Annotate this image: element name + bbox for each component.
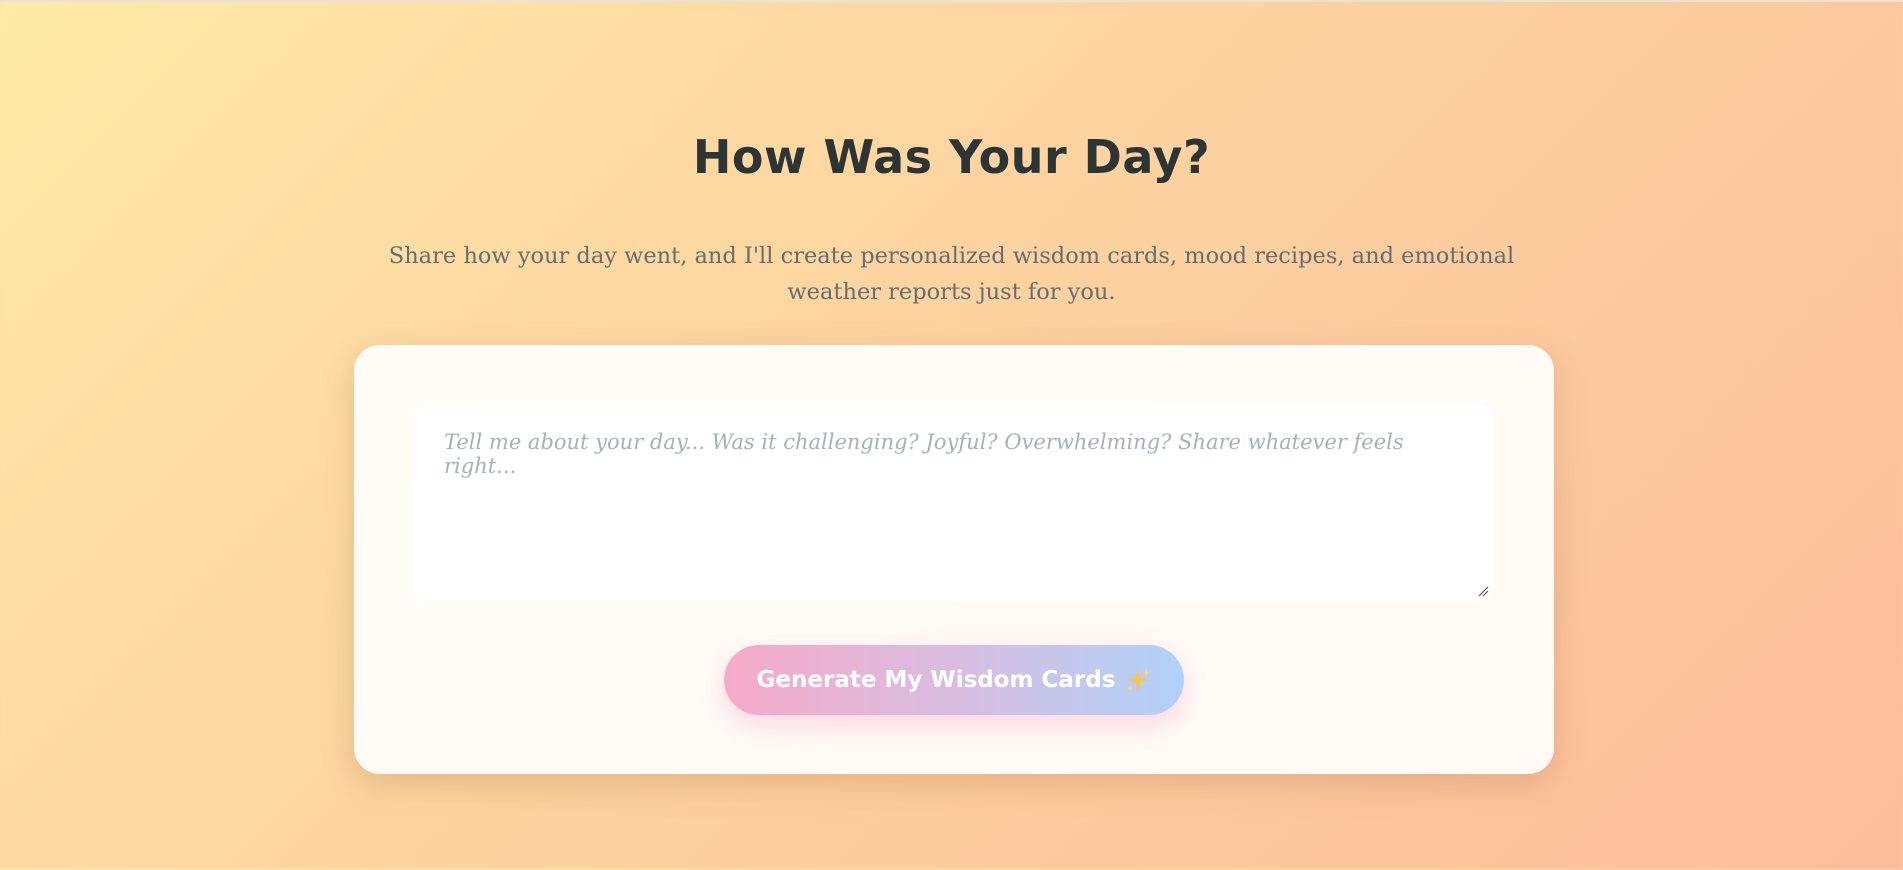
day-input-placeholder: Tell me about your day... Was it challen… bbox=[444, 430, 1404, 478]
generate-wisdom-cards-button[interactable]: Generate My Wisdom Cards bbox=[724, 645, 1184, 715]
sparkles-icon bbox=[1125, 667, 1151, 693]
input-card: Tell me about your day... Was it challen… bbox=[354, 345, 1554, 774]
resize-handle-icon[interactable] bbox=[1477, 585, 1489, 597]
page-title: How Was Your Day? bbox=[692, 130, 1211, 184]
page: How Was Your Day? Share how your day wen… bbox=[0, 2, 1903, 870]
generate-button-label: Generate My Wisdom Cards bbox=[756, 667, 1116, 693]
day-input-textarea[interactable]: Tell me about your day... Was it challen… bbox=[414, 404, 1494, 602]
page-subtitle: Share how your day went, and I'll create… bbox=[388, 243, 1515, 305]
